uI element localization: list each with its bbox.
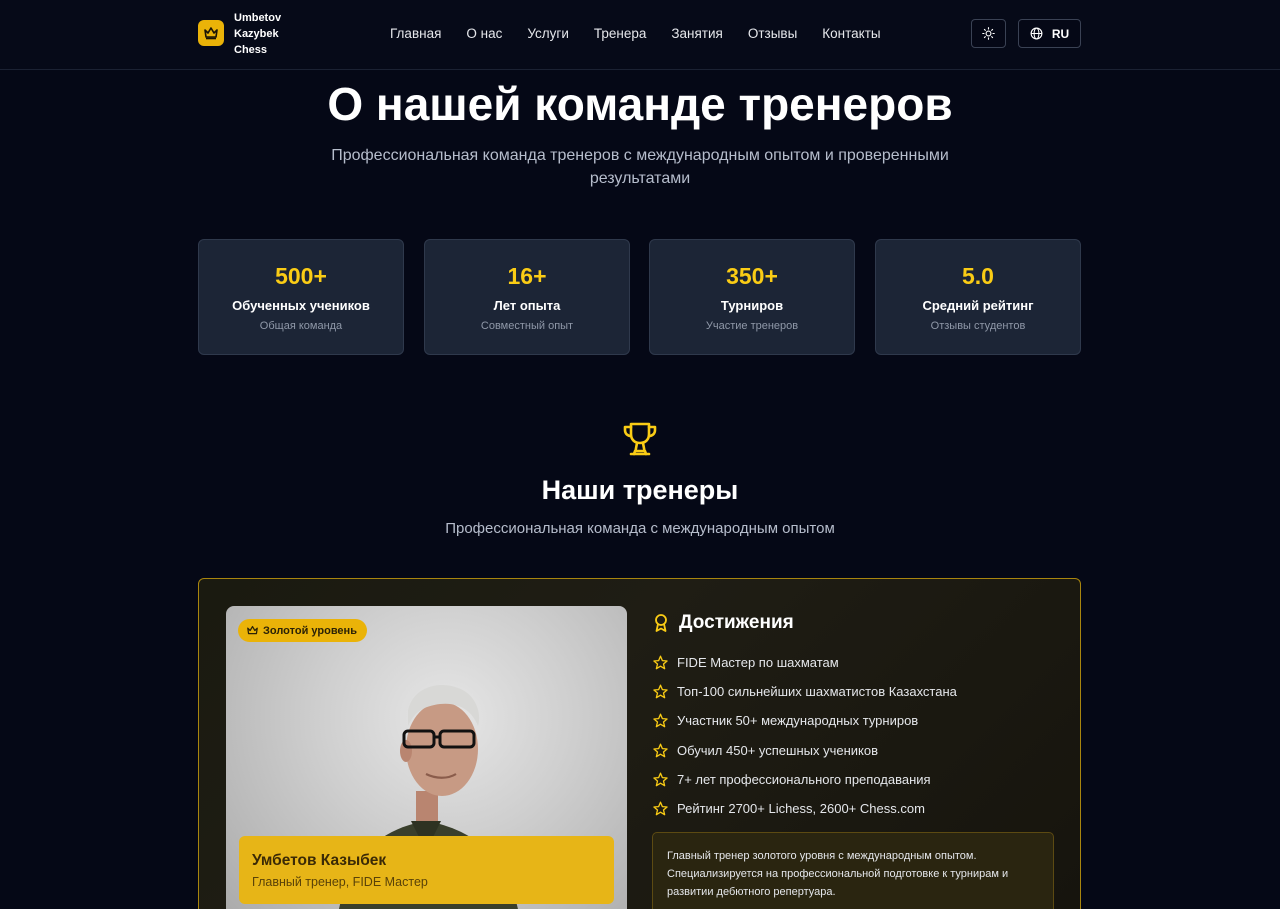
main-nav: Главная О нас Услуги Тренера Занятия Отз… xyxy=(390,24,906,44)
star-icon xyxy=(653,801,668,816)
brand-name[interactable]: Umbetov Kazybek Chess xyxy=(234,10,314,58)
site-header: Umbetov Kazybek Chess Главная О нас Услу… xyxy=(0,0,1280,70)
stat-value: 500+ xyxy=(275,263,327,289)
section-subtitle: Профессиональная команда с международным… xyxy=(445,520,835,537)
stat-desc: Отзывы студентов xyxy=(930,320,1026,332)
stat-card-students: 500+ Обученных учеников Общая команда xyxy=(198,239,404,355)
globe-icon xyxy=(1030,27,1043,40)
achievement-text: Топ-100 сильнейших шахматистов Казахстан… xyxy=(677,684,957,700)
nav-home[interactable]: Главная xyxy=(390,24,441,44)
star-icon xyxy=(653,655,668,670)
badge-label: Золотой уровень xyxy=(263,624,357,637)
achievement-text: 7+ лет профессионального преподавания xyxy=(677,771,931,787)
page-title: О нашей команде тренеров xyxy=(327,78,953,130)
nav-classes[interactable]: Занятия xyxy=(671,24,722,44)
section-title: Наши тренеры xyxy=(541,475,739,505)
achievement-text: Участник 50+ международных турниров xyxy=(677,713,919,729)
stat-label: Средний рейтинг xyxy=(922,298,1034,313)
crown-icon xyxy=(204,27,218,40)
achievement-item: Обучил 450+ успешных учеников xyxy=(653,736,1073,765)
achievements-title: Достижения xyxy=(679,612,794,633)
achievement-item: Рейтинг 2700+ Lichess, 2600+ Chess.com xyxy=(653,794,1073,823)
trophy-icon xyxy=(623,422,657,456)
achievements-list: FIDE Мастер по шахматам Топ-100 сильнейш… xyxy=(653,648,1073,823)
nav-coaches[interactable]: Тренера xyxy=(594,24,646,44)
achievement-item: 7+ лет профессионального преподавания xyxy=(653,765,1073,794)
stat-value: 350+ xyxy=(726,263,778,289)
stat-card-rating: 5.0 Средний рейтинг Отзывы студентов xyxy=(875,239,1081,355)
achievement-item: Участник 50+ международных турниров xyxy=(653,706,1073,735)
achievements-heading: Достижения xyxy=(653,611,794,635)
nav-reviews[interactable]: Отзывы xyxy=(748,24,797,44)
stat-desc: Общая команда xyxy=(259,320,343,332)
achievement-item: FIDE Мастер по шахматам xyxy=(653,648,1073,677)
star-icon xyxy=(653,684,668,699)
language-label: RU xyxy=(1051,26,1070,41)
stat-desc: Совместный опыт xyxy=(480,320,574,332)
stat-label: Обученных учеников xyxy=(232,298,370,313)
stat-card-tournaments: 350+ Турниров Участие тренеров xyxy=(649,239,855,355)
stat-label: Турниров xyxy=(720,298,784,313)
star-icon xyxy=(653,772,668,787)
language-button[interactable]: RU xyxy=(1018,19,1081,48)
stat-value: 5.0 xyxy=(962,263,994,289)
star-icon xyxy=(653,743,668,757)
coach-name: Умбетов Казыбек xyxy=(252,852,387,869)
coach-description: Главный тренер золотого уровня с междуна… xyxy=(652,832,1054,909)
gold-level-badge: Золотой уровень xyxy=(238,619,367,642)
stat-value: 16+ xyxy=(507,263,547,289)
nav-services[interactable]: Услуги xyxy=(527,24,569,44)
achievement-text: Рейтинг 2700+ Lichess, 2600+ Chess.com xyxy=(677,801,925,817)
crown-icon xyxy=(247,625,258,635)
coach-role: Главный тренер, FIDE Мастер xyxy=(252,875,428,889)
stat-label: Лет опыта xyxy=(493,298,561,313)
sun-icon xyxy=(982,27,995,40)
achievement-text: Обучил 450+ успешных учеников xyxy=(677,742,878,758)
award-icon xyxy=(655,614,667,632)
nav-about[interactable]: О нас xyxy=(466,24,502,44)
stat-card-experience: 16+ Лет опыта Совместный опыт xyxy=(424,239,630,355)
theme-toggle-button[interactable] xyxy=(971,19,1006,48)
coach-name-plate: Умбетов Казыбек Главный тренер, FIDE Мас… xyxy=(239,836,614,904)
achievement-text: FIDE Мастер по шахматам xyxy=(677,655,839,671)
achievement-item: Топ-100 сильнейших шахматистов Казахстан… xyxy=(653,677,1073,706)
page-subtitle: Профессиональная команда тренеров с межд… xyxy=(331,147,949,187)
star-icon xyxy=(653,714,668,728)
nav-contacts[interactable]: Контакты xyxy=(822,24,880,44)
stat-desc: Участие тренеров xyxy=(705,320,799,332)
logo-crown[interactable] xyxy=(198,20,224,46)
